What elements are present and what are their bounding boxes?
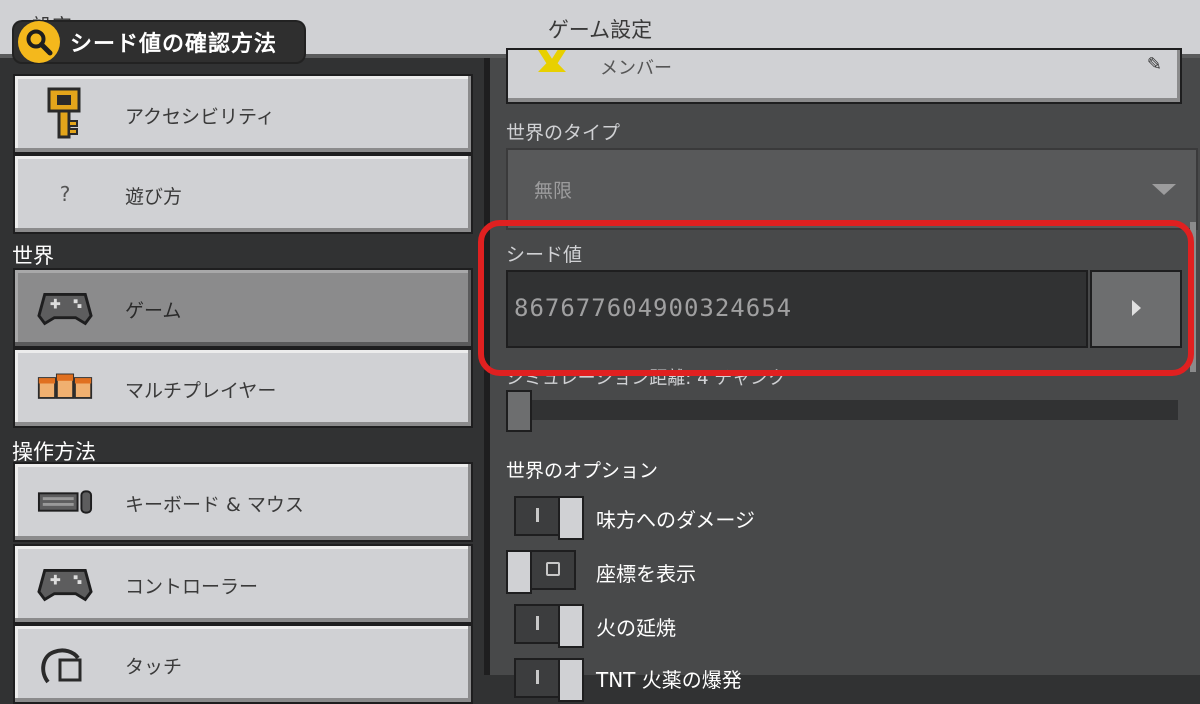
sidebar-item-keyboard-mouse[interactable]: キーボード & マウス (13, 462, 473, 542)
magnifier-icon (18, 21, 60, 63)
section-title-world: 世界 (12, 244, 54, 268)
page-title: ゲーム設定 (547, 18, 653, 42)
sidebar-item-label: マルチプレイヤー (125, 380, 277, 402)
tnt-explodes-toggle[interactable] (514, 658, 584, 702)
friendly-fire-toggle[interactable] (514, 496, 584, 540)
gamepad-icon (37, 282, 93, 334)
players-icon (37, 362, 93, 414)
tutorial-badge-label: シード値の確認方法 (70, 32, 278, 57)
member-icon (538, 50, 566, 72)
toggle-knob[interactable] (558, 496, 584, 540)
tutorial-badge: シード値の確認方法 (14, 21, 304, 63)
world-type-dropdown[interactable]: 無限 (506, 148, 1198, 230)
simulation-distance-slider[interactable] (518, 400, 1178, 420)
fire-spreads-toggle[interactable] (514, 604, 584, 648)
friendly-fire-label: 味方へのダメージ (596, 508, 755, 532)
world-type-label: 世界のタイプ (506, 122, 621, 144)
toggle-on-mark (536, 670, 539, 684)
sidebar-item-game[interactable]: ゲーム (13, 268, 473, 348)
toggle-knob[interactable] (558, 604, 584, 648)
keyboard-icon (37, 476, 93, 528)
member-label: メンバー (600, 58, 672, 79)
toggle-on-mark (536, 616, 539, 630)
world-options-title: 世界のオプション (506, 460, 659, 482)
tnt-explodes-label: TNT 火薬の爆発 (596, 668, 742, 692)
sidebar-item-label: 遊び方 (125, 186, 183, 208)
sidebar-item-how-to-play[interactable]: ? 遊び方 (13, 154, 473, 234)
world-type-value: 無限 (534, 180, 573, 202)
chevron-down-icon (1152, 184, 1176, 195)
sidebar: アクセシビリティ ? 遊び方 世界 ゲーム マルチプレイヤー 操作方法 キーボー… (0, 58, 484, 704)
toggle-off-mark (546, 562, 560, 576)
edit-icon: ✎ (1146, 54, 1162, 75)
show-coordinates-toggle[interactable] (506, 550, 576, 594)
toggle-on-mark (536, 508, 539, 522)
touch-icon (37, 638, 93, 690)
sidebar-item-label: アクセシビリティ (125, 106, 275, 128)
seed-highlight-box (478, 220, 1194, 376)
sidebar-item-controller[interactable]: コントローラー (13, 544, 473, 624)
show-coordinates-label: 座標を表示 (596, 562, 696, 586)
member-permission-button[interactable]: メンバー ✎ (506, 48, 1182, 104)
toggle-knob[interactable] (558, 658, 584, 702)
toggle-knob[interactable] (506, 550, 532, 594)
key-icon (37, 87, 93, 140)
fire-spreads-label: 火の延焼 (596, 616, 676, 640)
sidebar-item-touch[interactable]: タッチ (13, 624, 473, 704)
sidebar-item-label: ゲーム (125, 300, 182, 322)
sidebar-item-multiplayer[interactable]: マルチプレイヤー (13, 348, 473, 428)
sidebar-item-accessibility[interactable]: アクセシビリティ (13, 74, 473, 154)
question-icon: ? (59, 182, 71, 206)
sidebar-item-label: キーボード & マウス (125, 494, 304, 516)
controller-icon (37, 558, 93, 610)
sidebar-item-label: コントローラー (125, 576, 259, 598)
slider-handle[interactable] (506, 390, 532, 432)
